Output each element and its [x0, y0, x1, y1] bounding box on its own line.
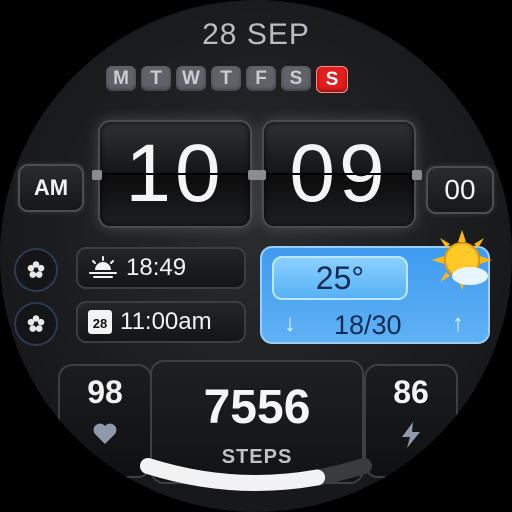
battery-value: 86 [393, 374, 429, 410]
sun-cloud-icon [432, 230, 492, 290]
bolt-icon-wrap [366, 422, 456, 448]
weather-panel[interactable]: 25° ↓ 18/30 ↑ [260, 230, 492, 344]
steps-complication[interactable]: 7556 STEPS [150, 360, 364, 484]
minutes-flip-card: 09 [256, 120, 422, 228]
min-temp-arrow-icon: ↓ [284, 310, 296, 337]
flower-icon [27, 261, 45, 278]
watch-face: 28 SEP M T W T F S S 10 09 AM 00 18:49 2… [0, 0, 512, 512]
temperature-pill: 25° [272, 256, 408, 300]
weekday-monday: M [106, 66, 136, 91]
weekday-friday: F [246, 66, 276, 91]
flip-hinge-left [256, 170, 266, 180]
weekday-tuesday: T [141, 66, 171, 91]
steps-count: 7556 [203, 381, 311, 434]
heart-rate-value: 98 [87, 374, 123, 410]
sunset-icon [89, 256, 117, 278]
event-time: 11:00am [120, 308, 212, 335]
sunset-complication[interactable]: 18:49 [76, 247, 246, 289]
hours-flip-card: 10 [92, 120, 258, 228]
weekday-thursday: T [211, 66, 241, 91]
shortcut-button-1[interactable] [14, 248, 58, 292]
max-temp-arrow-icon: ↑ [452, 310, 464, 337]
shortcut-button-2[interactable] [14, 302, 58, 346]
flip-hinge-right [412, 170, 422, 180]
weekday-strip: M T W T F S S [106, 66, 348, 93]
seconds-display: 00 [426, 166, 494, 214]
flip-divider [100, 173, 250, 175]
steps-label: STEPS [221, 446, 293, 468]
flip-divider [264, 173, 414, 175]
calendar-icon-day: 28 [92, 316, 108, 331]
temperature-value: 25° [315, 259, 365, 296]
flower-icon [27, 315, 45, 332]
weekday-wednesday: W [176, 66, 206, 91]
sunset-time: 18:49 [126, 254, 187, 281]
temperature-range: 18/30 [334, 310, 402, 340]
date-label: 28 SEP [202, 18, 310, 51]
event-complication[interactable]: 28 11:00am [76, 301, 246, 343]
bolt-icon [402, 422, 420, 448]
flip-hinge-left [92, 170, 102, 180]
battery-complication[interactable]: 86 [364, 364, 458, 478]
weekday-saturday: S [281, 66, 311, 91]
heart-icon [93, 423, 117, 444]
am-pm-indicator: AM [18, 164, 84, 212]
weekday-sunday-active: S [316, 66, 348, 93]
heart-icon-wrap [60, 422, 150, 446]
heart-rate-complication[interactable]: 98 [58, 364, 152, 478]
calendar-icon: 28 [88, 310, 112, 334]
